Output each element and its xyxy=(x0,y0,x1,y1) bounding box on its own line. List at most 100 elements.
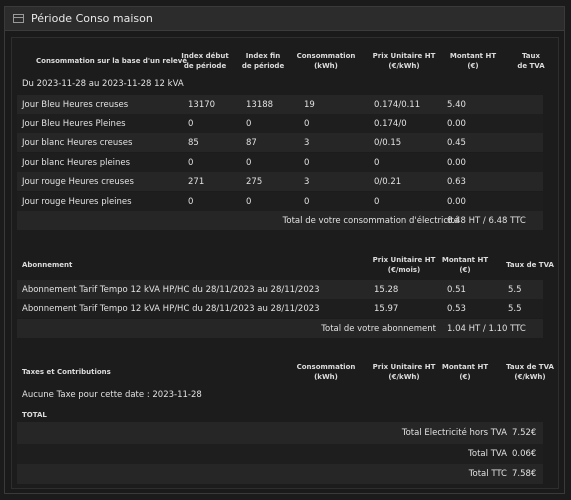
table-row: Jour Bleu Heures Pleines 0 0 0 0.174/0 0… xyxy=(17,114,543,133)
row-index-end: 13188 xyxy=(246,100,274,110)
total-ht-row: Total Electricité hors TVA 7.52€ xyxy=(17,422,543,444)
row-index-start: 85 xyxy=(188,138,199,148)
row-amount: 0.00 xyxy=(447,119,466,129)
row-amount: 0.63 xyxy=(447,177,466,187)
total-ht-label: Total Electricité hors TVA xyxy=(401,428,507,438)
row-consumption: 19 xyxy=(304,100,315,110)
taxes-header-vat: Taux de TVA (€/kWh) xyxy=(502,362,558,382)
subscription-header-amount: Montant HT (€) xyxy=(438,255,492,275)
row-vat: 5.5 xyxy=(508,304,522,314)
taxes-header-amount: Montant HT (€) xyxy=(438,362,492,382)
header-amount: Montant HT (€) xyxy=(446,51,500,71)
subscription-header-label: Abonnement xyxy=(22,261,73,269)
row-amount: 0.00 xyxy=(447,197,466,207)
row-unit-price: 0 xyxy=(374,197,380,207)
subscription-header-amount-line1: Montant HT xyxy=(441,256,489,264)
row-unit-price: 15.97 xyxy=(374,304,399,314)
row-label: Jour blanc Heures creuses xyxy=(22,138,133,148)
header-index-start: Index début de période xyxy=(180,51,230,71)
total-ttc-value: 7.58€ xyxy=(512,469,537,479)
header-vat: Taux de TVA xyxy=(508,51,554,71)
taxes-header-consumption-line1: Consommation xyxy=(296,363,356,371)
row-label: Jour rouge Heures pleines xyxy=(22,197,132,207)
header-consumption: Consommation (kWh) xyxy=(296,51,356,71)
row-index-start: 0 xyxy=(188,158,194,168)
row-index-end: 0 xyxy=(246,158,252,168)
row-index-end: 0 xyxy=(246,197,252,207)
header-vat-line2: de TVA xyxy=(517,62,545,70)
row-label: Abonnement Tarif Tempo 12 kVA HP/HC du 2… xyxy=(22,304,320,314)
header-consumption-line2: (kWh) xyxy=(314,62,338,70)
period-panel: Période Conso maison Consommation sur la… xyxy=(4,6,565,494)
subscription-total-row: Total de votre abonnement 1.04 HT / 1.10… xyxy=(17,319,543,338)
row-amount: 5.40 xyxy=(447,100,466,110)
row-index-start: 271 xyxy=(188,177,205,187)
header-index-end-line2: de période xyxy=(241,62,285,70)
total-ttc-row: Total TTC 7.58€ xyxy=(17,464,543,484)
subscription-header-unit-price: Prix Unitaire HT (€/mois) xyxy=(368,255,440,275)
row-unit-price: 0.174/0.11 xyxy=(374,100,421,110)
total-ttc-label: Total TTC xyxy=(468,469,507,479)
row-index-end: 87 xyxy=(246,138,257,148)
invoice-content: Consommation sur la base d'un relevé Ind… xyxy=(11,37,559,489)
taxes-header-consumption: Consommation (kWh) xyxy=(296,362,356,382)
row-amount: 0.51 xyxy=(447,285,466,295)
subscription-header-unit-price-line1: Prix Unitaire HT xyxy=(372,256,436,264)
row-consumption: 3 xyxy=(304,138,310,148)
row-label: Jour Bleu Heures creuses xyxy=(22,100,129,110)
row-index-end: 275 xyxy=(246,177,263,187)
panel-header: Période Conso maison xyxy=(5,7,564,31)
row-unit-price: 0 xyxy=(374,158,380,168)
header-unit-price: Prix Unitaire HT (€/kWh) xyxy=(368,51,440,71)
subscription-header-vat: Taux de TVA xyxy=(506,261,554,269)
consumption-total-value: 6.48 HT / 6.48 TTC xyxy=(447,216,526,226)
table-row: Jour blanc Heures pleines 0 0 0 0 0.00 xyxy=(17,153,543,172)
taxes-header-vat-line1: Taux de TVA xyxy=(506,363,554,371)
row-index-end: 0 xyxy=(246,119,252,129)
header-amount-line1: Montant HT xyxy=(449,52,497,60)
table-row: Jour Bleu Heures creuses 13170 13188 19 … xyxy=(17,95,543,114)
table-row: Abonnement Tarif Tempo 12 kVA HP/HC du 2… xyxy=(17,280,543,299)
panel-title: Période Conso maison xyxy=(31,12,153,25)
row-amount: 0.53 xyxy=(447,304,466,314)
row-label: Jour Bleu Heures Pleines xyxy=(22,119,126,129)
consumption-total-row: Total de votre consommation d'électricit… xyxy=(17,211,543,230)
taxes-header-unit-price-line1: Prix Unitaire HT xyxy=(372,363,436,371)
table-row: Jour rouge Heures pleines 0 0 0 0 0.00 xyxy=(17,192,543,211)
no-tax-text: Aucune Taxe pour cette date : 2023-11-28 xyxy=(22,390,202,400)
row-unit-price: 0.174/0 xyxy=(374,119,407,129)
taxes-header-consumption-line2: (kWh) xyxy=(314,373,338,381)
row-amount: 0.45 xyxy=(447,138,466,148)
row-index-start: 0 xyxy=(188,197,194,207)
row-amount: 0.00 xyxy=(447,158,466,168)
table-row: Jour blanc Heures creuses 85 87 3 0/0.15… xyxy=(17,133,543,152)
taxes-header-amount-line1: Montant HT xyxy=(441,363,489,371)
consumption-header-label: Consommation sur la base d'un relevé xyxy=(36,57,188,65)
row-consumption: 0 xyxy=(304,119,310,129)
subscription-total-label: Total de votre abonnement xyxy=(321,324,436,334)
consumption-period: Du 2023-11-28 au 2023-11-28 12 kVA xyxy=(22,79,184,89)
header-unit-price-line2: (€/kWh) xyxy=(388,62,420,70)
taxes-header-unit-price: Prix Unitaire HT (€/kWh) xyxy=(368,362,440,382)
header-index-end-line1: Index fin xyxy=(245,52,281,60)
subscription-total-value: 1.04 HT / 1.10 TTC xyxy=(447,324,526,334)
subscription-header-unit-price-line2: (€/mois) xyxy=(387,266,421,274)
row-unit-price: 0/0.21 xyxy=(374,177,402,187)
row-index-start: 0 xyxy=(188,119,194,129)
row-consumption: 0 xyxy=(304,158,310,168)
header-consumption-line1: Consommation xyxy=(296,52,356,60)
taxes-header-label: Taxes et Contributions xyxy=(22,368,111,376)
total-vat-value: 0.06€ xyxy=(512,449,537,459)
header-index-start-line2: de période xyxy=(183,62,227,70)
table-row: Abonnement Tarif Tempo 12 kVA HP/HC du 2… xyxy=(17,299,543,318)
row-consumption: 0 xyxy=(304,197,310,207)
header-amount-line2: (€) xyxy=(467,62,479,70)
row-consumption: 3 xyxy=(304,177,310,187)
row-index-start: 13170 xyxy=(188,100,216,110)
subscription-header-amount-line2: (€) xyxy=(459,266,471,274)
table-row: Jour rouge Heures creuses 271 275 3 0/0.… xyxy=(17,172,543,191)
row-unit-price: 0/0.15 xyxy=(374,138,402,148)
header-unit-price-line1: Prix Unitaire HT xyxy=(372,52,436,60)
header-index-start-line1: Index début xyxy=(181,52,229,60)
total-ht-value: 7.52€ xyxy=(512,428,537,438)
